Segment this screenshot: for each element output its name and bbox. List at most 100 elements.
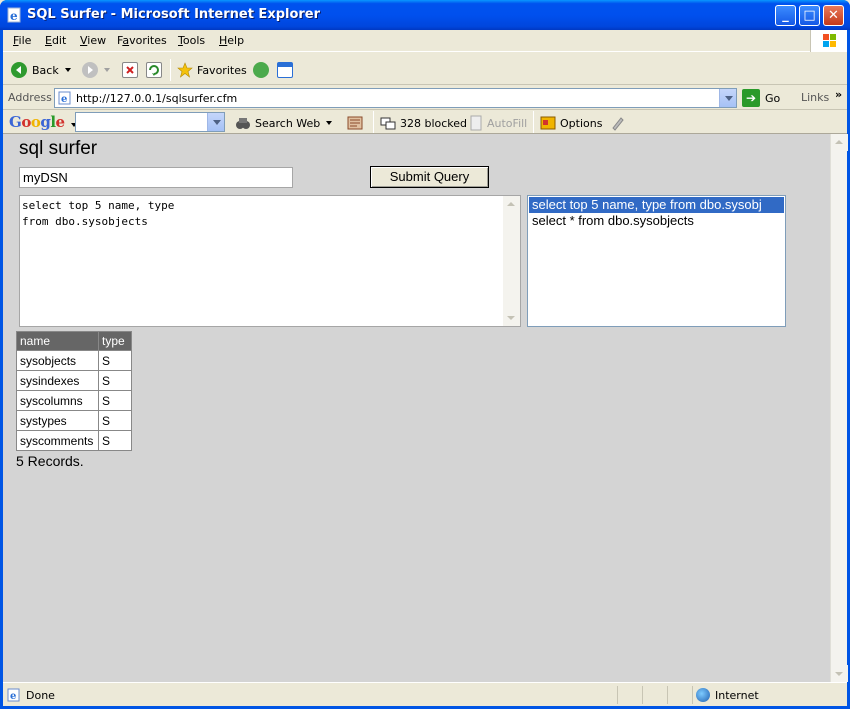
search-web-button[interactable]: Search Web bbox=[235, 115, 333, 131]
chevron-right-icon[interactable]: » bbox=[835, 88, 842, 101]
go-arrow-icon: ➔ bbox=[742, 89, 760, 107]
column-header-name: name bbox=[16, 331, 99, 351]
page-info-icon bbox=[347, 116, 363, 130]
page-scrollbar[interactable] bbox=[830, 134, 848, 682]
ie-icon: e bbox=[7, 7, 21, 23]
address-input[interactable]: e http://127.0.0.1/sqlsurfer.cfm bbox=[54, 88, 737, 108]
status-divider bbox=[667, 686, 668, 704]
menu-tools[interactable]: Tools bbox=[178, 34, 205, 47]
links-button[interactable]: Links bbox=[801, 91, 829, 104]
submit-query-button[interactable]: Submit Query bbox=[370, 166, 489, 188]
back-button[interactable]: Back bbox=[11, 59, 71, 81]
search-web-dropdown-icon[interactable] bbox=[326, 121, 333, 125]
page-viewport: sql surfer myDSN Submit Query select top… bbox=[3, 134, 830, 682]
maximize-icon: □ bbox=[803, 8, 816, 23]
status-divider bbox=[642, 686, 643, 704]
options-button[interactable]: Options bbox=[540, 115, 602, 131]
history-item[interactable]: select * from dbo.sysobjects bbox=[529, 213, 784, 229]
popup-blocker-button[interactable]: 328 blocked bbox=[380, 115, 467, 131]
window-icon bbox=[277, 62, 293, 78]
pencil-icon bbox=[612, 117, 624, 131]
options-label: Options bbox=[560, 116, 603, 130]
forward-button[interactable] bbox=[82, 59, 110, 81]
menu-favorites[interactable]: Favorites bbox=[117, 34, 167, 47]
table-row: sysobjects S bbox=[16, 350, 132, 371]
scroll-down-icon[interactable] bbox=[831, 665, 848, 682]
minimize-button[interactable]: _ bbox=[775, 5, 796, 26]
cell-name: sysobjects bbox=[16, 350, 99, 371]
google-search-dropdown-icon[interactable] bbox=[207, 113, 224, 131]
history-item[interactable]: select top 5 name, type from dbo.sysobj bbox=[529, 197, 784, 213]
address-dropdown-icon[interactable] bbox=[719, 89, 736, 107]
query-history-list[interactable]: select top 5 name, type from dbo.sysobj … bbox=[527, 195, 786, 327]
menu-help[interactable]: Help bbox=[219, 34, 244, 47]
back-dropdown-icon[interactable] bbox=[64, 68, 71, 72]
query-text: select top 5 name, type from dbo.sysobje… bbox=[22, 199, 175, 228]
star-icon bbox=[177, 62, 193, 78]
menu-view[interactable]: View bbox=[80, 34, 106, 47]
favorites-button[interactable]: Favorites bbox=[177, 59, 247, 81]
cell-type: S bbox=[98, 410, 132, 431]
stop-icon bbox=[122, 62, 138, 78]
query-textarea[interactable]: select top 5 name, type from dbo.sysobje… bbox=[19, 195, 521, 327]
autofill-button[interactable]: AutoFill bbox=[469, 115, 527, 131]
autofill-label: AutoFill bbox=[487, 116, 528, 130]
dsn-input[interactable]: myDSN bbox=[19, 167, 293, 188]
window-client: File Edit View Favorites Tools Help Back… bbox=[3, 30, 848, 706]
popup-blocker-icon bbox=[380, 117, 396, 130]
title-bar[interactable]: e SQL Surfer - Microsoft Internet Explor… bbox=[0, 0, 850, 30]
refresh-button[interactable] bbox=[146, 59, 162, 81]
google-search-input[interactable] bbox=[75, 112, 225, 132]
page-info-button[interactable] bbox=[347, 115, 363, 131]
options-icon bbox=[540, 116, 556, 130]
svg-text:e: e bbox=[10, 9, 18, 23]
scroll-up-icon[interactable] bbox=[831, 134, 848, 151]
cell-type: S bbox=[98, 370, 132, 391]
history-button[interactable] bbox=[253, 59, 269, 81]
results-table: name type sysobjects S sysindexes S sysc… bbox=[16, 331, 132, 451]
google-toolbar: Google Search Web 328 blocked AutoFill O… bbox=[3, 111, 847, 134]
page-done-icon: e bbox=[7, 688, 20, 702]
history-icon bbox=[253, 62, 269, 78]
minimize-icon: _ bbox=[782, 8, 789, 23]
status-bar: e Done Internet bbox=[3, 682, 847, 706]
media-button[interactable] bbox=[277, 59, 293, 81]
blocked-count-label: 328 blocked bbox=[400, 116, 468, 130]
status-divider bbox=[617, 686, 618, 704]
globe-icon bbox=[696, 688, 710, 702]
menu-file[interactable]: File bbox=[13, 34, 31, 47]
menu-bar: File Edit View Favorites Tools Help bbox=[3, 30, 847, 52]
highlight-button[interactable] bbox=[610, 115, 626, 131]
go-label: Go bbox=[765, 91, 781, 105]
scroll-down-icon[interactable] bbox=[503, 309, 520, 326]
close-button[interactable]: ✕ bbox=[823, 5, 844, 26]
address-label: Address bbox=[8, 91, 52, 104]
table-row: syscolumns S bbox=[16, 390, 132, 411]
go-button[interactable]: ➔ Go bbox=[742, 89, 780, 107]
results-header-row: name type bbox=[16, 331, 132, 351]
query-scrollbar[interactable] bbox=[503, 196, 520, 326]
google-logo[interactable]: Google bbox=[9, 113, 78, 131]
browser-window: e SQL Surfer - Microsoft Internet Explor… bbox=[0, 0, 850, 709]
record-count: 5 Records. bbox=[16, 453, 84, 469]
cell-type: S bbox=[98, 390, 132, 411]
maximize-button[interactable]: □ bbox=[799, 5, 820, 26]
back-arrow-icon bbox=[11, 62, 27, 78]
menu-edit[interactable]: Edit bbox=[45, 34, 66, 47]
forward-dropdown-icon[interactable] bbox=[104, 68, 110, 72]
column-header-type: type bbox=[98, 331, 132, 351]
address-url: http://127.0.0.1/sqlsurfer.cfm bbox=[76, 92, 238, 105]
stop-button[interactable] bbox=[122, 59, 138, 81]
close-icon: ✕ bbox=[828, 8, 839, 23]
cell-name: sysindexes bbox=[16, 370, 99, 391]
window-title: SQL Surfer - Microsoft Internet Explorer bbox=[27, 7, 321, 22]
scroll-up-icon[interactable] bbox=[503, 196, 520, 213]
security-zone[interactable]: Internet bbox=[696, 688, 759, 702]
google-separator bbox=[533, 111, 534, 133]
status-text: e Done bbox=[7, 688, 55, 702]
table-row: sysindexes S bbox=[16, 370, 132, 391]
cell-name: syscomments bbox=[16, 430, 99, 451]
standard-toolbar: Back Favorites bbox=[3, 53, 847, 85]
back-label: Back bbox=[32, 63, 59, 77]
windows-logo-icon bbox=[810, 30, 847, 52]
